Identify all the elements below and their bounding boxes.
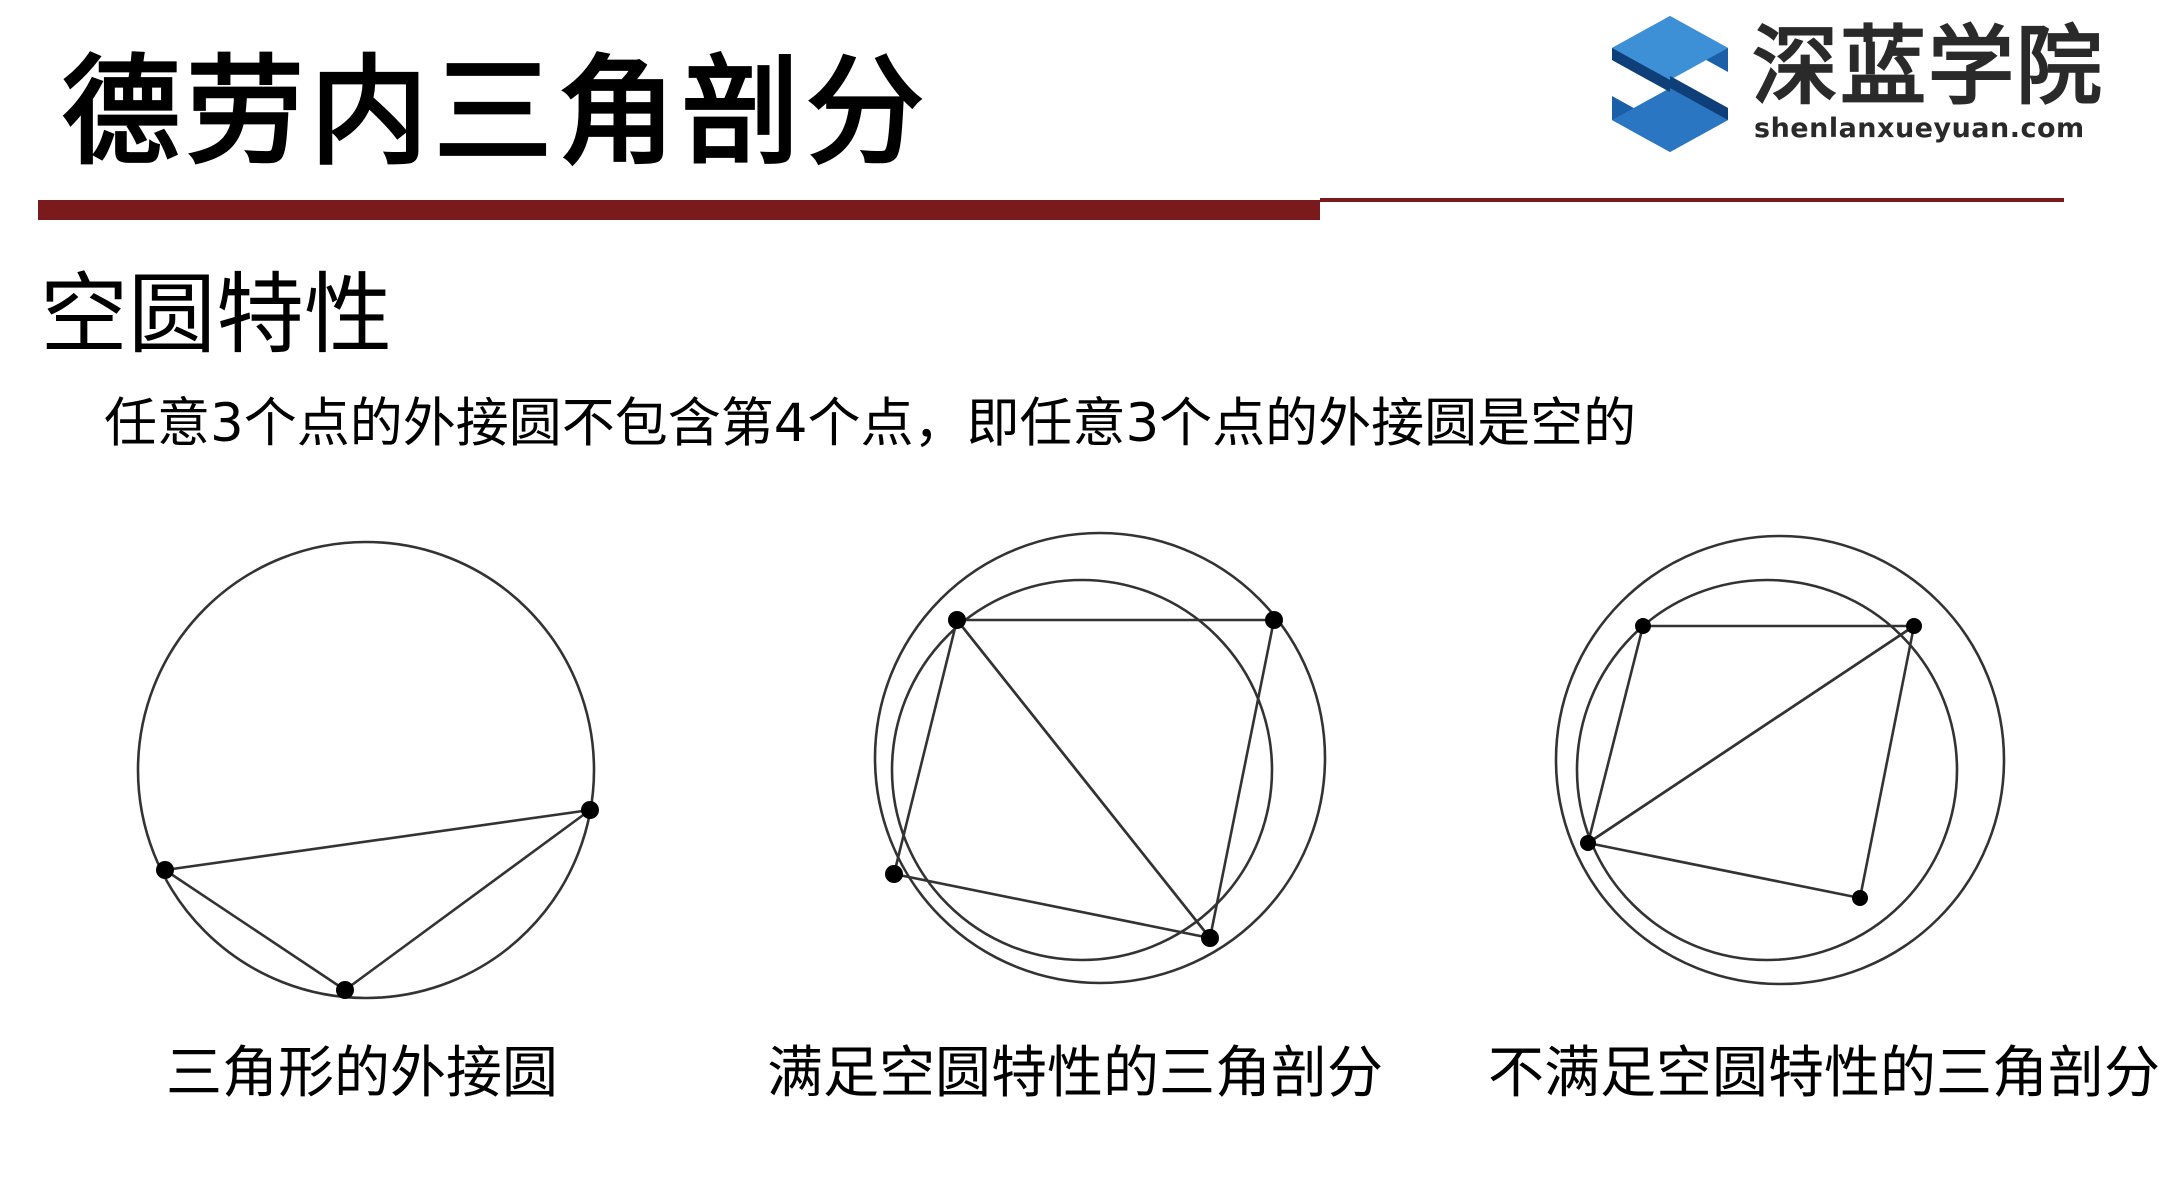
- circumcircle: [1554, 534, 2006, 986]
- triangle: [955, 618, 1276, 941]
- caption-circumcircle: 三角形的外接圆: [166, 1041, 558, 1106]
- triangle: [164, 808, 591, 992]
- vertex-point: [1265, 611, 1283, 629]
- vertex-point: [1906, 618, 1922, 634]
- vertex-point: [336, 981, 354, 999]
- circumcircle: [890, 578, 1274, 962]
- triangle: [1584, 624, 1916, 900]
- circumcircle: [1575, 578, 1959, 962]
- caption-delaunay-valid: 满足空圆特性的三角剖分: [767, 1041, 1383, 1106]
- diagrams: [136, 531, 2006, 1000]
- vertex-point: [948, 611, 966, 629]
- diagram-triangle-circumcircle: [136, 540, 599, 1000]
- vertex-point: [1635, 618, 1651, 634]
- vertex-point: [1580, 835, 1596, 851]
- vertex-point: [1201, 929, 1219, 947]
- vertex-point: [156, 861, 174, 879]
- vertex-point: [1852, 890, 1868, 906]
- caption-delaunay-invalid: 不满足空圆特性的三角剖分: [1488, 1041, 2160, 1106]
- vertex-point: [885, 865, 903, 883]
- diagram-delaunay-invalid: [1554, 534, 2006, 986]
- triangle: [892, 619, 1214, 940]
- circumcircle: [136, 540, 596, 1000]
- vertex-point: [581, 801, 599, 819]
- diagram-delaunay-valid: [873, 531, 1327, 985]
